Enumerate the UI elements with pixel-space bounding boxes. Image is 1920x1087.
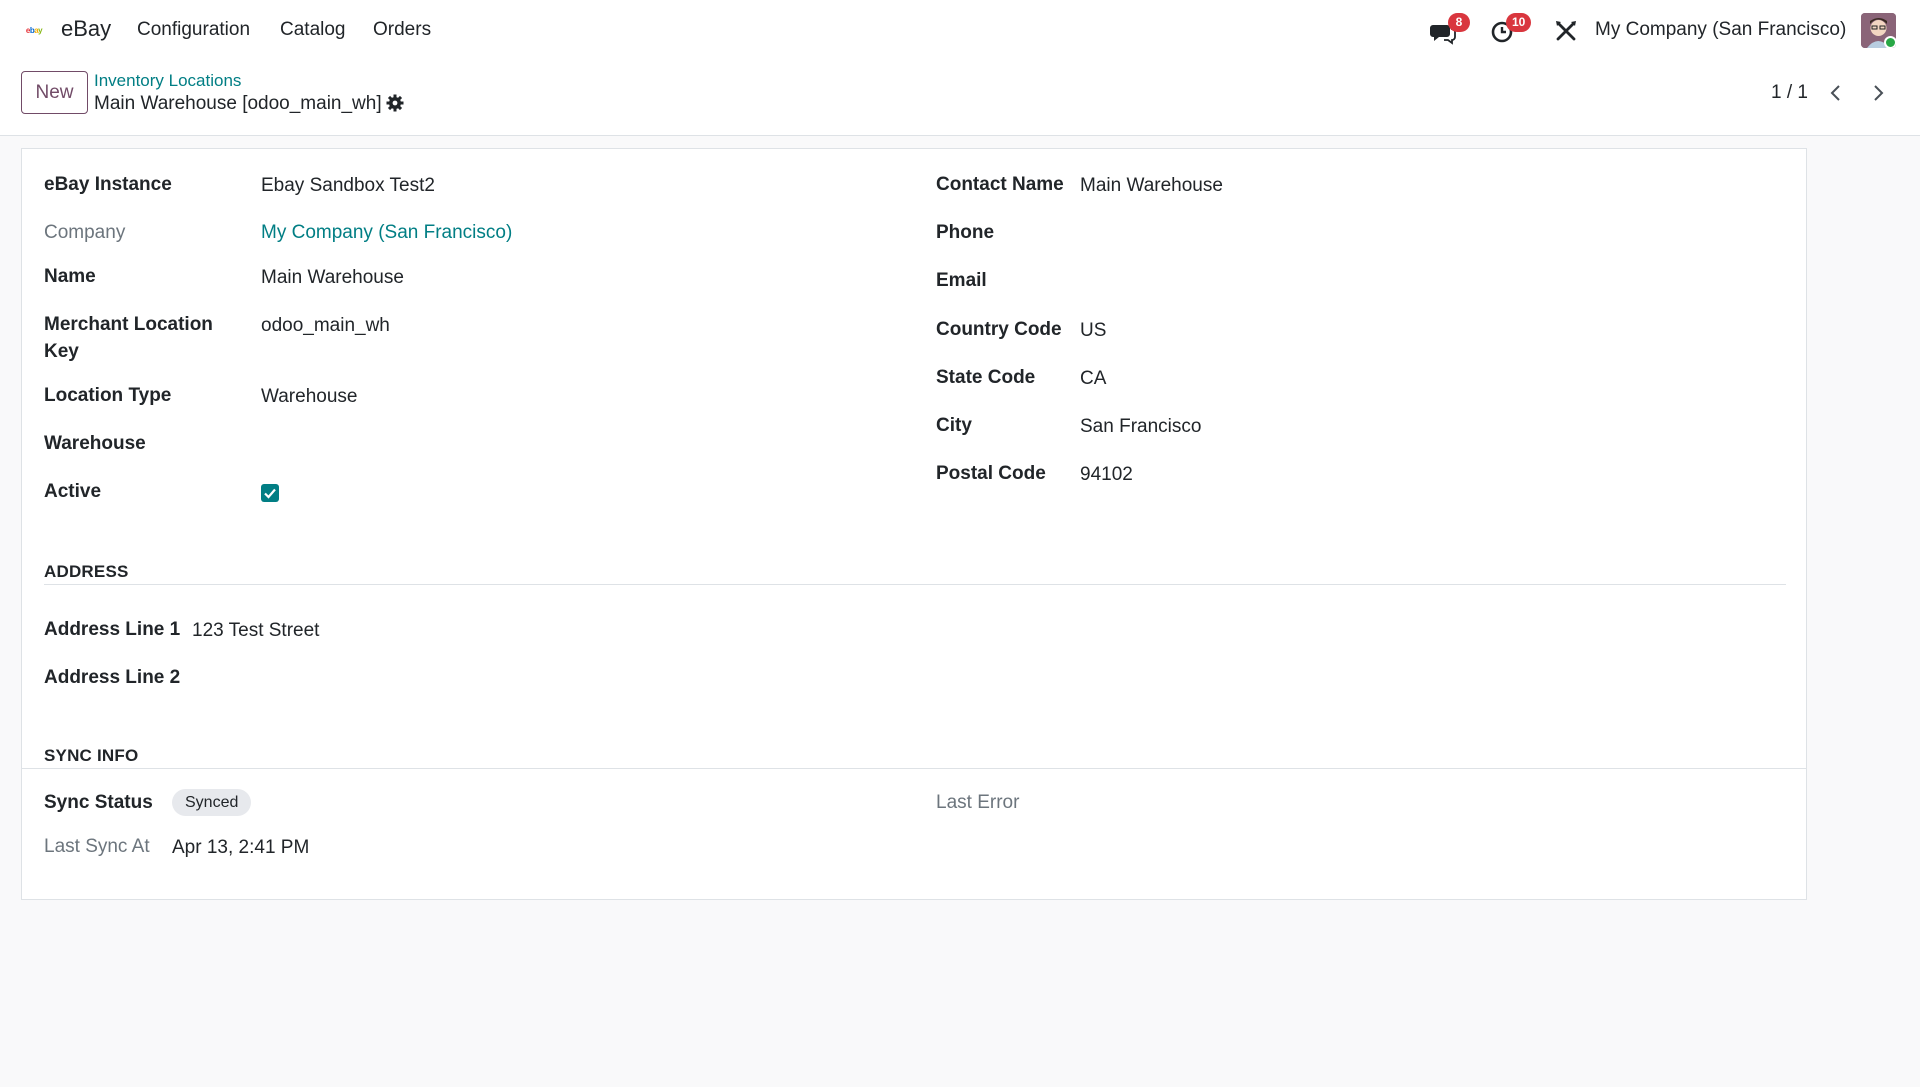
address-line2-label: Address Line 2: [44, 667, 181, 688]
merchant-location-key-label-line2: Key: [44, 341, 79, 362]
contact-name-field[interactable]: Main Warehouse: [1080, 175, 1223, 197]
user-avatar[interactable]: [1861, 13, 1896, 48]
state-code-field[interactable]: CA: [1080, 368, 1106, 390]
name-field[interactable]: Main Warehouse: [261, 267, 404, 289]
ebay-instance-label: eBay Instance: [44, 174, 172, 195]
warehouse-label: Warehouse: [44, 433, 146, 454]
pager-value[interactable]: 1 / 1: [1771, 82, 1808, 104]
last-error-label: Last Error: [936, 792, 1020, 813]
country-code-field[interactable]: US: [1080, 320, 1106, 342]
active-label: Active: [44, 481, 102, 502]
address-separator: [44, 584, 1786, 585]
address-line1-field[interactable]: 123 Test Street: [192, 620, 319, 642]
messages-badge: 8: [1448, 13, 1470, 32]
app-name[interactable]: eBay: [61, 16, 111, 42]
company-switcher[interactable]: My Company (San Francisco): [1595, 19, 1846, 41]
gear-icon[interactable]: [386, 94, 404, 112]
last-sync-at-label: Last Sync At: [44, 836, 150, 857]
top-navbar: ebay eBay Configuration Catalog Orders 8…: [0, 0, 1920, 60]
sync-info-separator: [22, 768, 1806, 769]
address-line1-label: Address Line 1: [44, 619, 181, 640]
email-label: Email: [936, 270, 987, 291]
last-sync-at-field[interactable]: Apr 13, 2:41 PM: [172, 837, 309, 859]
menu-catalog[interactable]: Catalog: [280, 19, 346, 41]
merchant-location-key-field[interactable]: odoo_main_wh: [261, 315, 390, 337]
company-label: Company: [44, 222, 126, 243]
postal-code-field[interactable]: 94102: [1080, 464, 1133, 486]
company-field[interactable]: My Company (San Francisco): [261, 222, 512, 244]
location-type-label: Location Type: [44, 385, 172, 406]
new-button[interactable]: New: [21, 71, 88, 114]
debug-tools-icon[interactable]: [1552, 17, 1580, 45]
postal-code-label: Postal Code: [936, 463, 1046, 484]
checkmark-icon: [264, 488, 276, 499]
contact-name-label: Contact Name: [936, 174, 1064, 195]
country-code-label: Country Code: [936, 319, 1062, 340]
record-title: Main Warehouse [odoo_main_wh]: [94, 93, 382, 114]
address-section-title: ADDRESS: [44, 562, 129, 581]
menu-orders[interactable]: Orders: [373, 19, 431, 41]
ebay-logo-icon[interactable]: ebay: [19, 24, 49, 36]
breadcrumb-inventory-locations[interactable]: Inventory Locations: [94, 71, 241, 91]
active-checkbox[interactable]: [261, 484, 279, 502]
online-status-dot: [1884, 36, 1896, 48]
phone-label: Phone: [936, 222, 995, 243]
sync-status-badge: Synced: [172, 789, 252, 816]
city-field[interactable]: San Francisco: [1080, 416, 1201, 438]
pager-next-icon[interactable]: [1867, 82, 1889, 104]
sync-info-section-title: SYNC INFO: [44, 746, 139, 765]
menu-configuration[interactable]: Configuration: [137, 19, 250, 41]
sync-status-label: Sync Status: [44, 792, 153, 813]
activities-badge: 10: [1506, 13, 1532, 32]
form-sheet: eBay Instance Ebay Sandbox Test2 Company…: [21, 148, 1807, 900]
ebay-instance-field[interactable]: Ebay Sandbox Test2: [261, 175, 435, 197]
state-code-label: State Code: [936, 367, 1036, 388]
merchant-location-key-label-line1: Merchant Location: [44, 314, 213, 335]
city-label: City: [936, 415, 972, 436]
pager-previous-icon[interactable]: [1825, 82, 1847, 104]
name-label: Name: [44, 266, 96, 287]
location-type-field[interactable]: Warehouse: [261, 386, 357, 408]
control-panel: New Inventory Locations Main Warehouse […: [0, 60, 1920, 136]
